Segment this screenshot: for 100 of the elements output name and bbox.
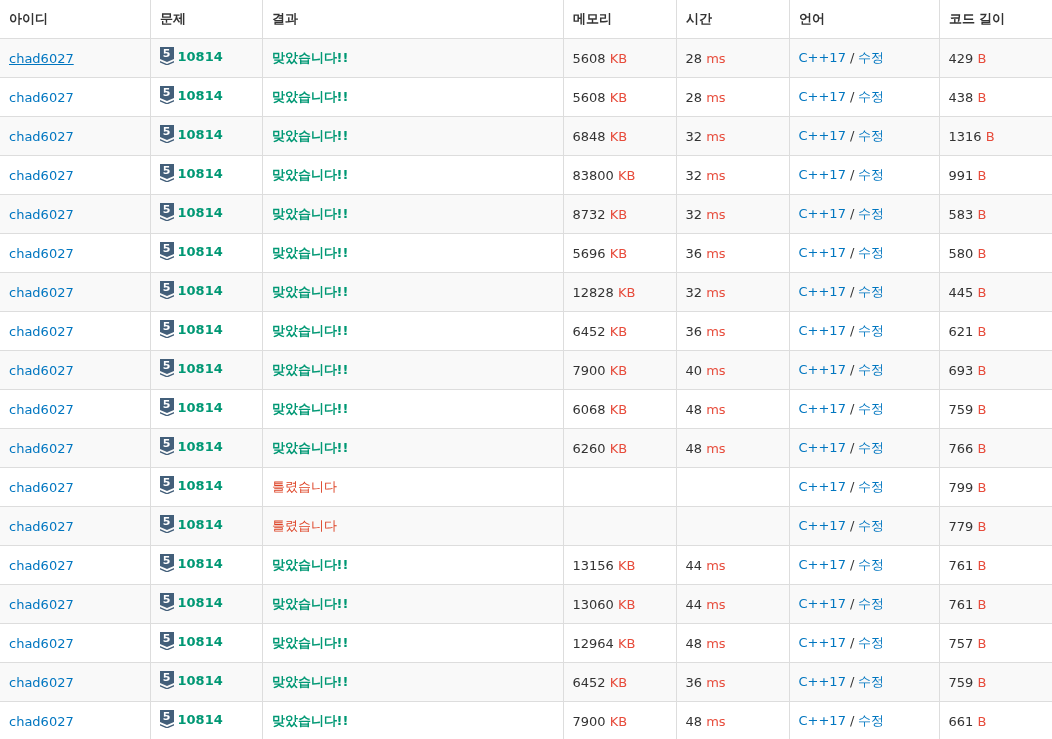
user-link[interactable]: chad6027 (9, 167, 74, 183)
time-value: 32 ms (685, 167, 726, 183)
edit-link[interactable]: 수정 (858, 674, 885, 689)
result-text: 맞았습니다!! (271, 128, 349, 143)
edit-link[interactable]: 수정 (858, 518, 885, 533)
memory-value: 12828 KB (572, 284, 636, 300)
language-link[interactable]: C++17 (798, 713, 846, 728)
language-link[interactable]: C++17 (798, 323, 846, 338)
user-link[interactable]: chad6027 (9, 518, 74, 534)
edit-link[interactable]: 수정 (858, 362, 885, 377)
memory-value: 6068 KB (572, 401, 628, 417)
user-link[interactable]: chad6027 (9, 323, 74, 339)
separator-text: / (849, 518, 855, 533)
edit-link[interactable]: 수정 (858, 89, 885, 104)
user-link[interactable]: chad6027 (9, 596, 74, 612)
edit-link[interactable]: 수정 (858, 479, 885, 494)
edit-link[interactable]: 수정 (858, 167, 885, 182)
problem-link[interactable]: 10814 (177, 127, 223, 142)
separator-text: / (849, 557, 855, 572)
problem-link[interactable]: 10814 (177, 283, 223, 298)
language-link[interactable]: C++17 (798, 89, 846, 104)
problem-link[interactable]: 10814 (177, 439, 223, 454)
language-link[interactable]: C++17 (798, 401, 846, 416)
problem-link[interactable]: 10814 (177, 595, 223, 610)
problem-link[interactable]: 10814 (177, 517, 223, 532)
edit-link[interactable]: 수정 (858, 440, 885, 455)
problem-link[interactable]: 10814 (177, 478, 223, 493)
language-link[interactable]: C++17 (798, 674, 846, 689)
user-link[interactable]: chad6027 (9, 362, 74, 378)
problem-link[interactable]: 10814 (177, 166, 223, 181)
problem-link[interactable]: 10814 (177, 712, 223, 727)
language-link[interactable]: C++17 (798, 518, 846, 533)
separator-text: / (849, 206, 855, 221)
user-link[interactable]: chad6027 (9, 284, 74, 300)
language-link[interactable]: C++17 (798, 440, 846, 455)
column-header: 코드 길이 (939, 0, 1052, 39)
language-link[interactable]: C++17 (798, 557, 846, 572)
separator-text: / (849, 284, 855, 299)
memory-value: 8732 KB (572, 206, 628, 222)
problem-link[interactable]: 10814 (177, 322, 223, 337)
result-text: 맞았습니다!! (271, 50, 349, 65)
user-link[interactable]: chad6027 (9, 206, 74, 222)
language-link[interactable]: C++17 (798, 167, 846, 182)
separator-text: / (849, 401, 855, 416)
user-link[interactable]: chad6027 (9, 557, 74, 573)
problem-link[interactable]: 10814 (177, 49, 223, 64)
edit-link[interactable]: 수정 (858, 596, 885, 611)
problem-link[interactable]: 10814 (177, 634, 223, 649)
time-value: 36 ms (685, 674, 726, 690)
language-link[interactable]: C++17 (798, 50, 846, 65)
edit-link[interactable]: 수정 (858, 284, 885, 299)
language-link[interactable]: C++17 (798, 245, 846, 260)
edit-link[interactable]: 수정 (858, 713, 885, 728)
user-link[interactable]: chad6027 (9, 440, 74, 456)
user-link[interactable]: chad6027 (9, 50, 74, 66)
problem-link[interactable]: 10814 (177, 88, 223, 103)
language-link[interactable]: C++17 (798, 206, 846, 221)
result-text: 맞았습니다!! (271, 401, 349, 416)
problem-link[interactable]: 10814 (177, 400, 223, 415)
language-link[interactable]: C++17 (798, 284, 846, 299)
language-link[interactable]: C++17 (798, 635, 846, 650)
user-link[interactable]: chad6027 (9, 713, 74, 729)
column-header: 결과 (262, 0, 563, 39)
memory-value: 5696 KB (572, 245, 628, 261)
edit-link[interactable]: 수정 (858, 323, 885, 338)
code-length-value: 766 B (948, 440, 987, 456)
memory-value: 6452 KB (572, 323, 628, 339)
user-link[interactable]: chad6027 (9, 245, 74, 261)
language-link[interactable]: C++17 (798, 362, 846, 377)
problem-link[interactable]: 10814 (177, 205, 223, 220)
problem-link[interactable]: 10814 (177, 361, 223, 376)
memory-value: 6260 KB (572, 440, 628, 456)
separator-text: / (849, 362, 855, 377)
edit-link[interactable]: 수정 (858, 245, 885, 260)
user-link[interactable]: chad6027 (9, 479, 74, 495)
user-link[interactable]: chad6027 (9, 401, 74, 417)
separator-text: / (849, 479, 855, 494)
edit-link[interactable]: 수정 (858, 128, 885, 143)
separator-text: / (849, 323, 855, 338)
language-link[interactable]: C++17 (798, 479, 846, 494)
code-length-value: 1316 B (948, 128, 995, 144)
problem-link[interactable]: 10814 (177, 556, 223, 571)
user-link[interactable]: chad6027 (9, 674, 74, 690)
edit-link[interactable]: 수정 (858, 50, 885, 65)
result-text: 맞았습니다!! (271, 284, 349, 299)
edit-link[interactable]: 수정 (858, 635, 885, 650)
problem-link[interactable]: 10814 (177, 244, 223, 259)
problem-link[interactable]: 10814 (177, 673, 223, 688)
code-length-value: 693 B (948, 362, 987, 378)
user-link[interactable]: chad6027 (9, 128, 74, 144)
separator-text: / (849, 635, 855, 650)
edit-link[interactable]: 수정 (858, 206, 885, 221)
memory-value: 6452 KB (572, 674, 628, 690)
edit-link[interactable]: 수정 (858, 401, 885, 416)
edit-link[interactable]: 수정 (858, 557, 885, 572)
language-link[interactable]: C++17 (798, 596, 846, 611)
language-link[interactable]: C++17 (798, 128, 846, 143)
time-value: 48 ms (685, 635, 726, 651)
user-link[interactable]: chad6027 (9, 89, 74, 105)
user-link[interactable]: chad6027 (9, 635, 74, 651)
